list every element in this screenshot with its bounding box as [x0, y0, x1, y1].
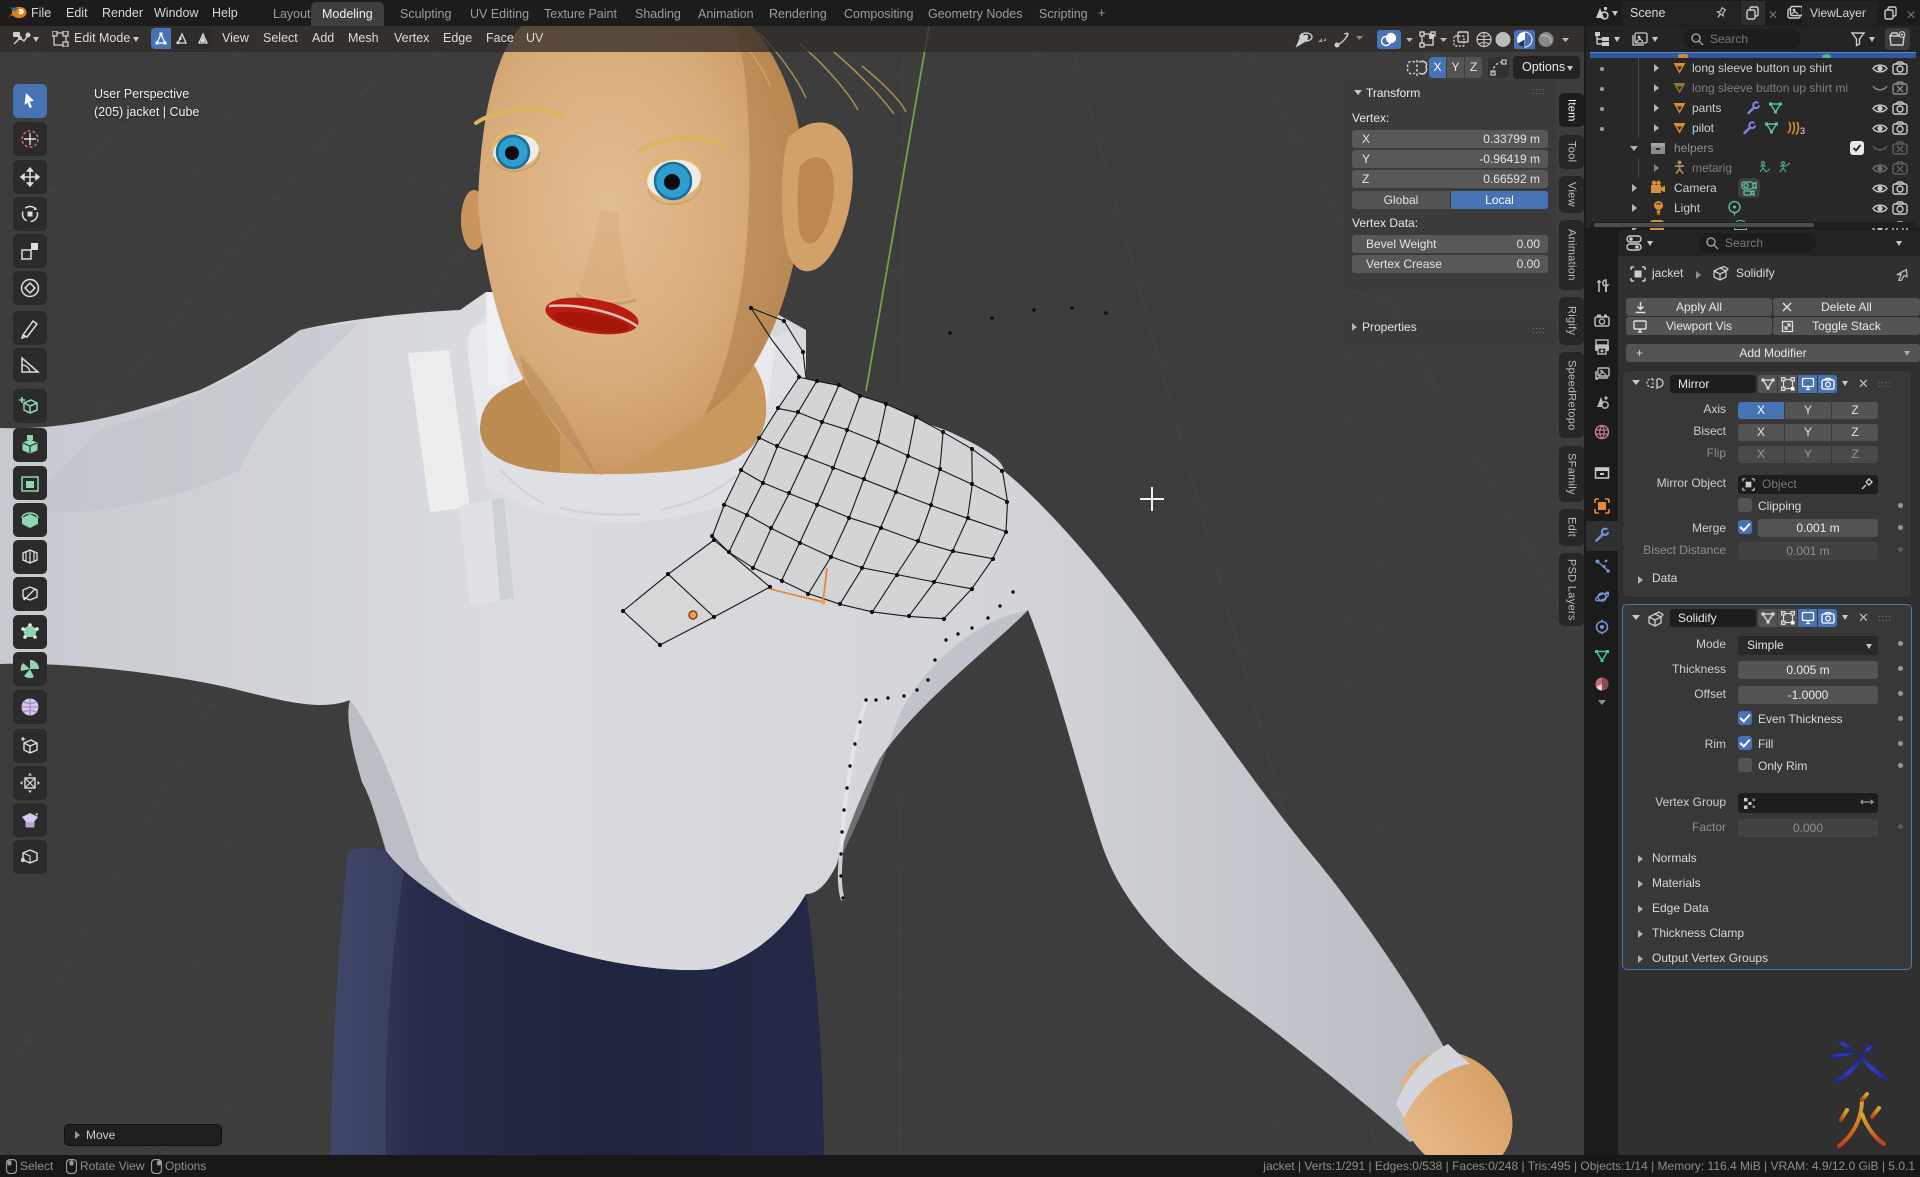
- svg-text:3: 3: [1800, 126, 1805, 135]
